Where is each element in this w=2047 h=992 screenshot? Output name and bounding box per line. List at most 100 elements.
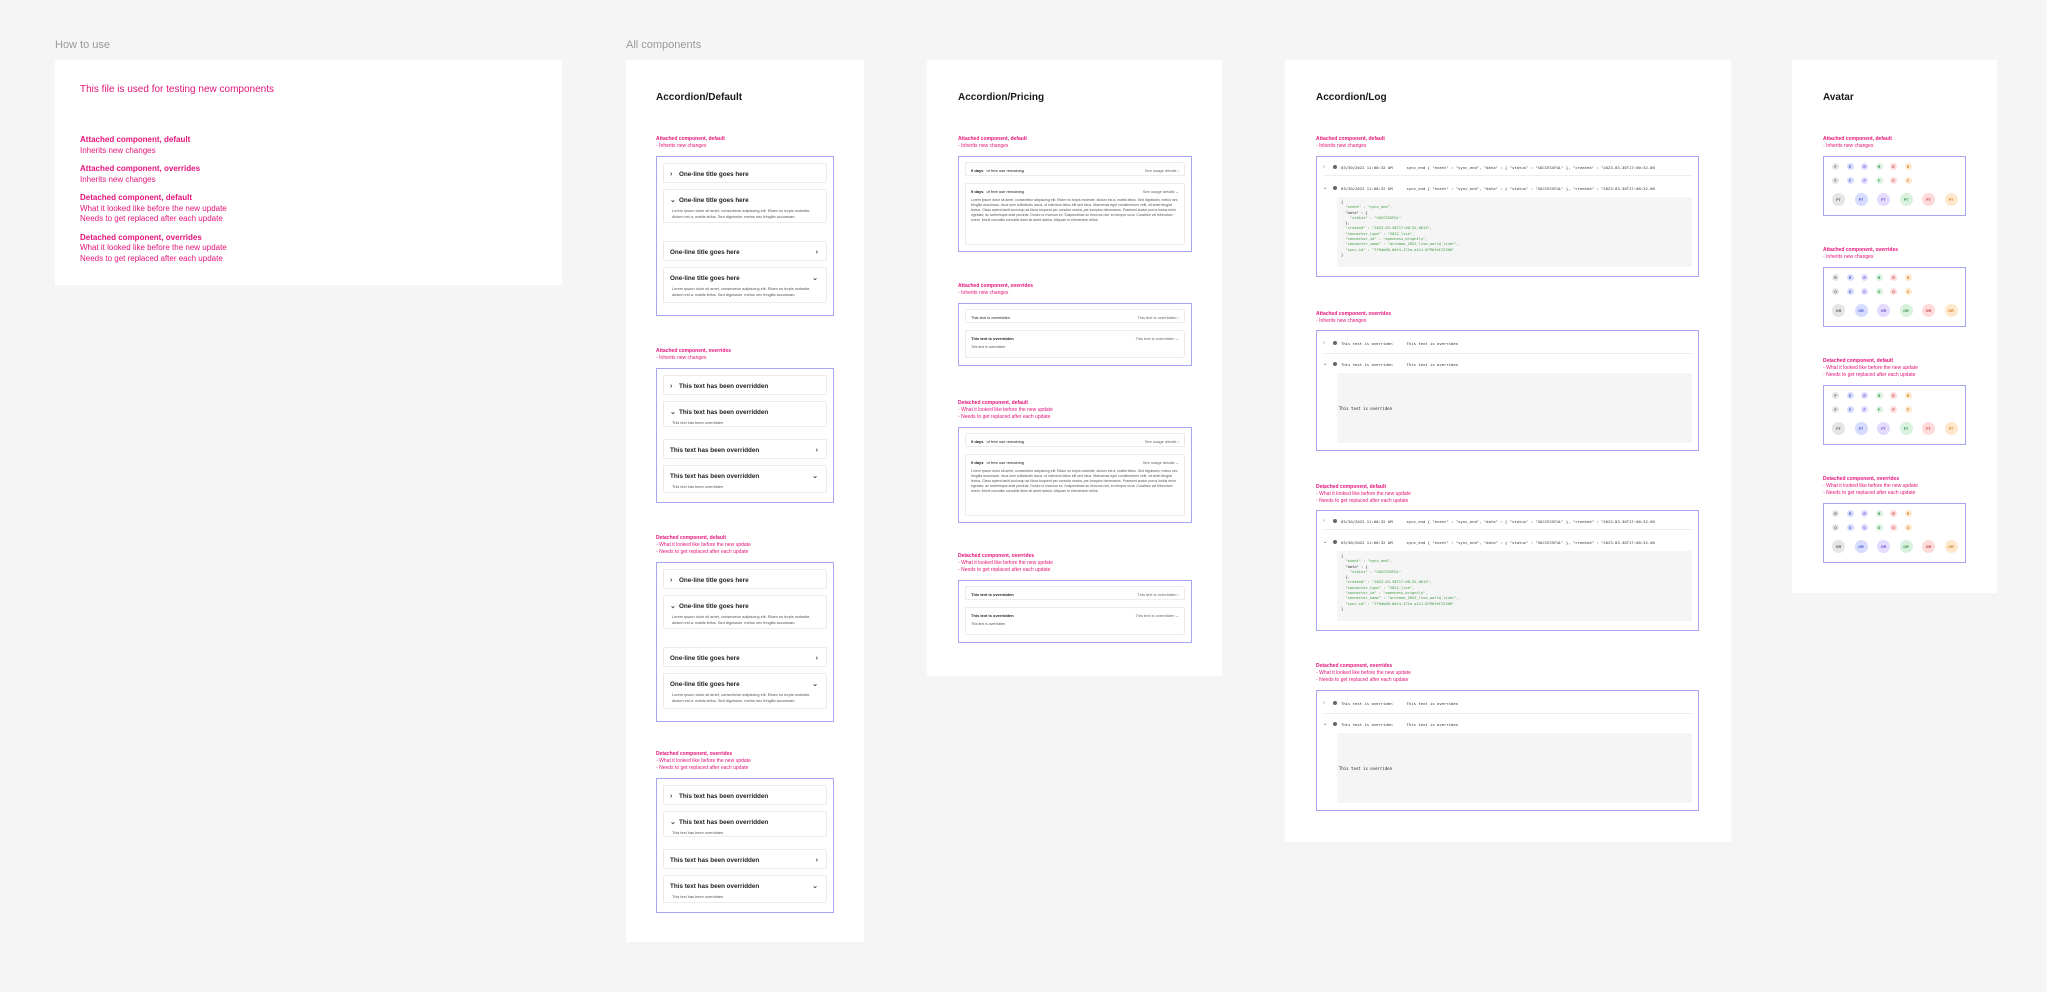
- accordion-item-expanded[interactable]: This text has been overridden ⌄ This text …: [663, 875, 827, 903]
- log-row[interactable]: › This text is overriden This text is over…: [1323, 336, 1692, 350]
- avatar[interactable]: OR: [1877, 304, 1890, 317]
- avatar[interactable]: E: [1890, 392, 1897, 399]
- avatar[interactable]: O: [1890, 524, 1897, 531]
- avatar[interactable]: R: [1832, 274, 1839, 281]
- avatar[interactable]: R: [1861, 510, 1868, 517]
- avatar[interactable]: R: [1890, 274, 1897, 281]
- avatar[interactable]: FT: [1877, 422, 1890, 435]
- accordion-item-expanded[interactable]: One-line title goes here ⌄ Lorem ipsum dol…: [663, 267, 827, 303]
- log-row[interactable]: › 03/30/2022 11:00:32 AM sync_end { "event…: [1323, 514, 1692, 528]
- usage-link[interactable]: See usage details ⌄: [1143, 460, 1179, 465]
- avatar[interactable]: R: [1890, 510, 1897, 517]
- avatar[interactable]: O: [1832, 524, 1839, 531]
- avatar[interactable]: F: [1904, 177, 1912, 184]
- avatar[interactable]: OR: [1854, 540, 1868, 553]
- avatar[interactable]: OR: [1854, 304, 1868, 317]
- avatar[interactable]: R: [1904, 510, 1912, 517]
- avatar[interactable]: R: [1875, 163, 1883, 170]
- log-row-expanded[interactable]: ⌄ 03/30/2022 11:00:32 AM sync_end { "event…: [1323, 535, 1692, 549]
- usage-link[interactable]: See usage details ›: [1145, 439, 1179, 444]
- avatar[interactable]: F: [1832, 392, 1839, 399]
- override-right[interactable]: This text is overridden ⌄: [1135, 336, 1179, 341]
- pricing-item[interactable]: This text is overridden This text is over…: [965, 586, 1185, 600]
- pricing-item[interactable]: 9 days of free use remaining See usage det…: [965, 433, 1185, 447]
- pricing-item-expanded[interactable]: 9 days of free use remaining See usage det…: [965, 183, 1185, 245]
- accordion-item[interactable]: This text has been overridden ›: [663, 849, 827, 869]
- accordion-item[interactable]: › This text has been overridden: [663, 375, 827, 395]
- avatar[interactable]: F: [1861, 177, 1868, 184]
- avatar[interactable]: OR: [1922, 304, 1935, 317]
- accordion-item-expanded[interactable]: ⌄ One-line title goes here Lorem ipsum dol…: [663, 595, 827, 629]
- pricing-item[interactable]: 9 days of free use remaining See usage det…: [965, 162, 1185, 176]
- accordion-item[interactable]: › This text has been overridden: [663, 785, 827, 805]
- usage-link[interactable]: See usage details ⌄: [1143, 189, 1179, 194]
- avatar[interactable]: OR: [1944, 304, 1958, 317]
- avatar[interactable]: FT: [1922, 193, 1935, 206]
- avatar[interactable]: O: [1846, 524, 1854, 531]
- avatar[interactable]: R: [1846, 510, 1854, 517]
- avatar[interactable]: O: [1861, 524, 1868, 531]
- avatar[interactable]: F: [1875, 177, 1883, 184]
- avatar[interactable]: O: [1904, 524, 1912, 531]
- avatar[interactable]: FT: [1944, 422, 1958, 435]
- avatar[interactable]: FT: [1922, 422, 1935, 435]
- usage-link[interactable]: See usage details ›: [1145, 168, 1179, 173]
- pricing-item-expanded[interactable]: This text is overridden This text is over…: [965, 607, 1185, 635]
- avatar[interactable]: E: [1890, 163, 1897, 170]
- avatar[interactable]: F: [1890, 177, 1897, 184]
- avatar[interactable]: O: [1832, 288, 1839, 295]
- avatar[interactable]: FT: [1944, 193, 1958, 206]
- avatar[interactable]: R: [1875, 392, 1883, 399]
- accordion-item-expanded[interactable]: ⌄ One-line title goes here Lorem ipsum dol…: [663, 189, 827, 223]
- accordion-item[interactable]: › One-line title goes here: [663, 569, 827, 589]
- avatar[interactable]: OR: [1832, 304, 1845, 317]
- avatar[interactable]: F: [1846, 406, 1854, 413]
- accordion-item-expanded[interactable]: This text has been overridden ⌄ This text …: [663, 465, 827, 493]
- accordion-item-expanded[interactable]: ⌄ This text has been overridden This text …: [663, 401, 827, 427]
- avatar[interactable]: FT: [1854, 422, 1868, 435]
- avatar[interactable]: OR: [1899, 540, 1913, 553]
- avatar[interactable]: F: [1904, 406, 1912, 413]
- avatar[interactable]: R: [1846, 274, 1854, 281]
- avatar[interactable]: E: [1846, 392, 1854, 399]
- avatar[interactable]: R: [1861, 392, 1868, 399]
- avatar[interactable]: FT: [1899, 193, 1913, 206]
- log-row-expanded[interactable]: ⌄ 03/30/2022 11:00:32 AM sync_end { "event…: [1323, 181, 1692, 195]
- avatar[interactable]: R: [1875, 274, 1883, 281]
- avatar[interactable]: FT: [1854, 193, 1868, 206]
- avatar[interactable]: O: [1890, 288, 1897, 295]
- avatar[interactable]: FT: [1877, 193, 1890, 206]
- accordion-item-expanded[interactable]: One-line title goes here ⌄ Lorem ipsum dol…: [663, 673, 827, 709]
- avatar[interactable]: F: [1861, 406, 1868, 413]
- avatar[interactable]: FT: [1832, 422, 1845, 435]
- log-row[interactable]: › 03/30/2022 11:00:32 AM sync_end { "event…: [1323, 160, 1692, 174]
- accordion-item[interactable]: › One-line title goes here: [663, 163, 827, 183]
- avatar[interactable]: F: [1846, 177, 1854, 184]
- avatar[interactable]: R: [1832, 510, 1839, 517]
- avatar[interactable]: OR: [1877, 540, 1890, 553]
- avatar[interactable]: FT: [1832, 193, 1845, 206]
- accordion-item[interactable]: One-line title goes here ›: [663, 647, 827, 667]
- avatar[interactable]: F: [1832, 406, 1839, 413]
- avatar[interactable]: OR: [1899, 304, 1913, 317]
- log-row-expanded[interactable]: ⌄ This text is overriden This text is over…: [1323, 717, 1692, 731]
- avatar[interactable]: F: [1875, 406, 1883, 413]
- log-row[interactable]: › This text is overriden This text is over…: [1323, 696, 1692, 710]
- pricing-item[interactable]: This text is overridden This text is over…: [965, 309, 1185, 323]
- pricing-item-expanded[interactable]: 9 days of free use remaining See usage det…: [965, 454, 1185, 516]
- avatar[interactable]: OR: [1832, 540, 1845, 553]
- avatar[interactable]: F: [1890, 406, 1897, 413]
- accordion-item[interactable]: This text has been overridden ›: [663, 439, 827, 459]
- avatar[interactable]: F: [1832, 177, 1839, 184]
- avatar[interactable]: R: [1875, 510, 1883, 517]
- avatar[interactable]: O: [1904, 288, 1912, 295]
- avatar[interactable]: O: [1875, 524, 1883, 531]
- avatar[interactable]: R: [1861, 274, 1868, 281]
- log-row-expanded[interactable]: ⌄ This text is overriden This text is over…: [1323, 357, 1692, 371]
- avatar[interactable]: OR: [1922, 540, 1935, 553]
- pricing-item-expanded[interactable]: This text is overridden This text is over…: [965, 330, 1185, 358]
- avatar[interactable]: R: [1904, 163, 1912, 170]
- avatar[interactable]: O: [1846, 288, 1854, 295]
- avatar[interactable]: R: [1904, 274, 1912, 281]
- avatar[interactable]: F: [1832, 163, 1839, 170]
